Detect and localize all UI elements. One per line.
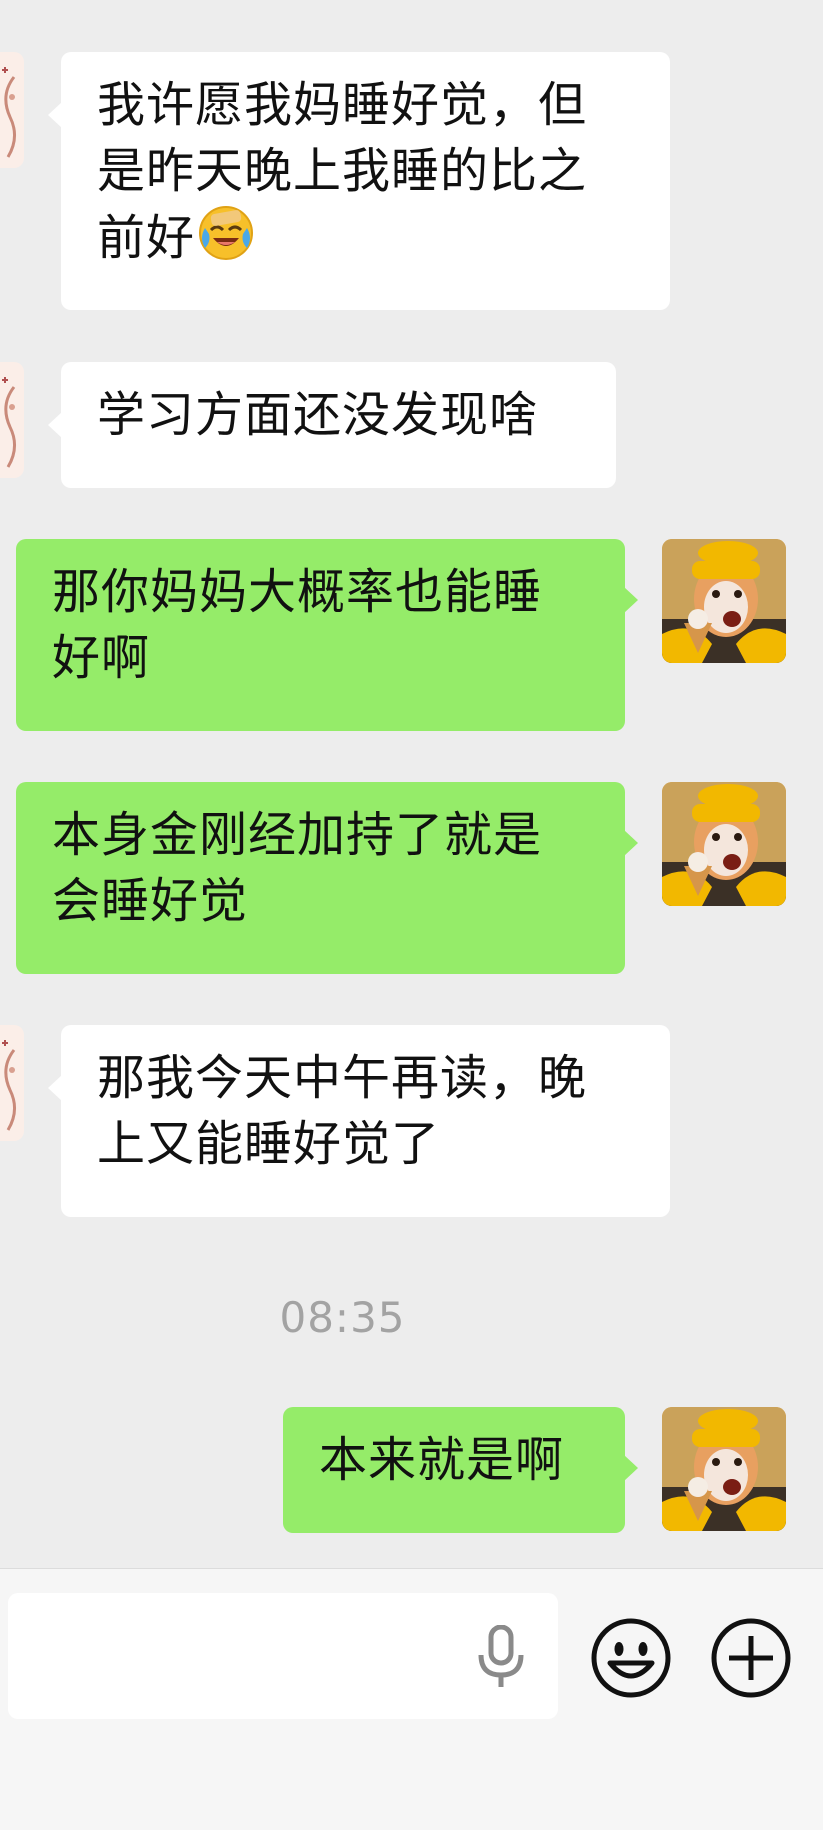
message-line: 好啊	[52, 630, 151, 686]
message-line: 上又能睡好觉了	[97, 1116, 441, 1172]
own-avatar-art	[662, 782, 786, 906]
input-bar	[0, 1568, 823, 1830]
own-avatar[interactable]	[662, 1407, 786, 1531]
smiley-face-icon	[591, 1618, 671, 1698]
partner-avatar-art	[2, 377, 16, 468]
partner-avatar-art	[2, 1040, 16, 1131]
message-bubble-incoming[interactable]: 学习方面还没发现啥	[48, 362, 616, 488]
partner-avatar-art	[2, 67, 16, 158]
partner-avatar[interactable]	[0, 1025, 24, 1141]
emoji-button[interactable]	[590, 1617, 671, 1698]
message-line: 是昨天晚上我睡的比之	[97, 143, 588, 199]
plus-circle-icon	[711, 1618, 791, 1698]
own-avatar[interactable]	[662, 539, 786, 663]
own-avatar-art	[662, 539, 786, 663]
rolling-on-floor-laughing-emoji-icon	[197, 204, 255, 262]
chat-message-list[interactable]: 我许愿我妈睡好觉，但 是昨天晚上我睡的比之 前好 学习方面还没发现啥 那你妈妈大…	[0, 0, 823, 1568]
message-line: 学习方面还没发现啥	[97, 387, 539, 443]
message-bubble-incoming[interactable]: 我许愿我妈睡好觉，但 是昨天晚上我睡的比之 前好	[48, 52, 670, 310]
message-bubble-outgoing[interactable]: 那你妈妈大概率也能睡 好啊	[16, 539, 638, 731]
message-line: 那你妈妈大概率也能睡	[52, 564, 543, 620]
more-actions-button[interactable]	[710, 1617, 791, 1698]
partner-avatar[interactable]	[0, 52, 24, 168]
message-line: 本身金刚经加持了就是	[52, 807, 543, 863]
own-avatar[interactable]	[662, 782, 786, 906]
message-line: 本来就是啊	[319, 1432, 565, 1488]
own-avatar-art	[662, 1407, 786, 1531]
message-line: 会睡好觉	[52, 873, 249, 929]
message-line: 前好	[97, 210, 196, 266]
message-bubble-outgoing[interactable]: 本身金刚经加持了就是 会睡好觉	[16, 782, 638, 974]
message-bubble-incoming[interactable]: 那我今天中午再读，晚 上又能睡好觉了	[48, 1025, 670, 1217]
message-line: 我许愿我妈睡好觉，但	[97, 77, 588, 133]
partner-avatar[interactable]	[0, 362, 24, 478]
message-bubble-outgoing[interactable]: 本来就是啊	[283, 1407, 638, 1533]
message-timestamp: 08:35	[279, 1293, 406, 1342]
message-line: 那我今天中午再读，晚	[97, 1050, 588, 1106]
